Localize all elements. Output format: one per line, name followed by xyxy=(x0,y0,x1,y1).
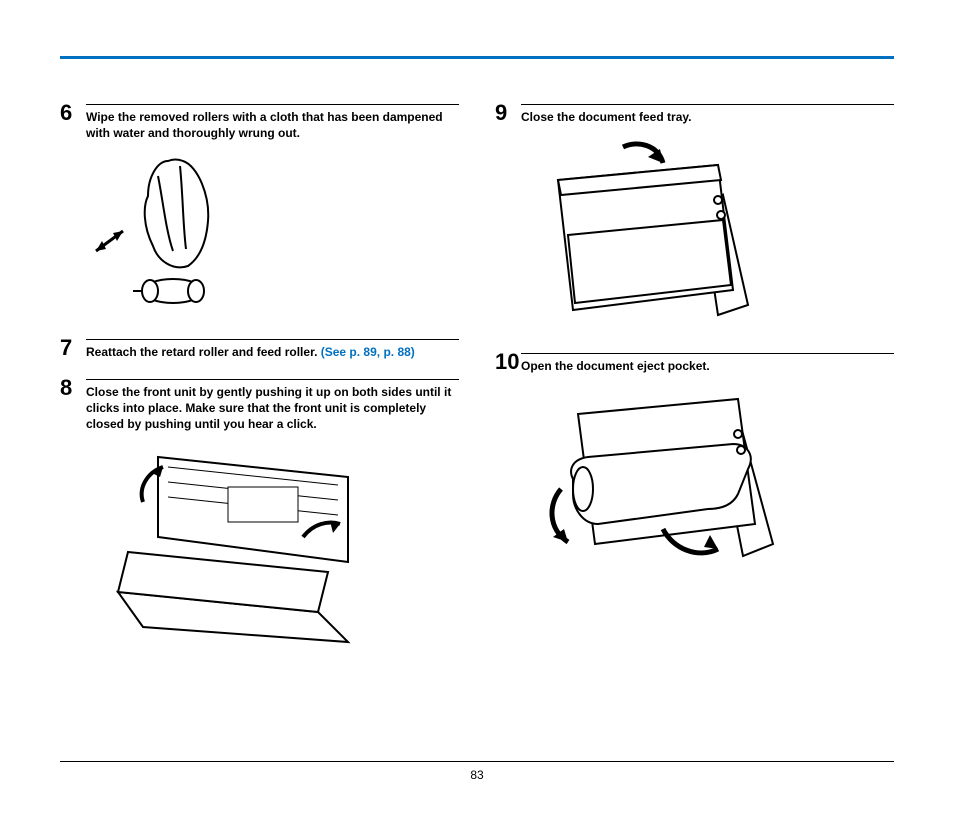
illustration-open-eject-pocket xyxy=(523,384,894,584)
wipe-roller-icon xyxy=(88,151,268,321)
open-eject-pocket-icon xyxy=(523,384,803,584)
manual-page: 6 Wipe the removed rollers with a cloth … xyxy=(0,0,954,818)
step-number: 10 xyxy=(495,351,521,373)
content-columns: 6 Wipe the removed rollers with a cloth … xyxy=(60,104,894,680)
step-text: Close the document feed tray. xyxy=(521,109,894,125)
step-9: 9 Close the document feed tray. xyxy=(495,104,894,125)
step-body: Open the document eject pocket. xyxy=(521,353,894,374)
step-body: Reattach the retard roller and feed roll… xyxy=(86,339,459,360)
step-7: 7 Reattach the retard roller and feed ro… xyxy=(60,339,459,360)
illustration-close-front-unit xyxy=(88,442,459,662)
close-feed-tray-icon xyxy=(523,135,783,335)
header-rule xyxy=(60,56,894,59)
step-text: Close the front unit by gently pushing i… xyxy=(86,384,459,433)
close-front-unit-icon xyxy=(88,442,388,662)
step-body: Close the document feed tray. xyxy=(521,104,894,125)
illustration-close-feed-tray xyxy=(523,135,894,335)
step-number: 9 xyxy=(495,102,521,124)
step-body: Close the front unit by gently pushing i… xyxy=(86,379,459,433)
left-column: 6 Wipe the removed rollers with a cloth … xyxy=(60,104,459,680)
step-number: 8 xyxy=(60,377,86,399)
step-10: 10 Open the document eject pocket. xyxy=(495,353,894,374)
cross-reference-link[interactable]: (See p. 89, p. 88) xyxy=(321,345,415,359)
step-text: Open the document eject pocket. xyxy=(521,358,894,374)
step-body: Wipe the removed rollers with a cloth th… xyxy=(86,104,459,141)
step-number: 6 xyxy=(60,102,86,124)
step-6: 6 Wipe the removed rollers with a cloth … xyxy=(60,104,459,141)
step-text: Reattach the retard roller and feed roll… xyxy=(86,344,459,360)
step-number: 7 xyxy=(60,337,86,359)
illustration-wipe-rollers xyxy=(88,151,459,321)
step-text: Wipe the removed rollers with a cloth th… xyxy=(86,109,459,141)
step-text-main: Reattach the retard roller and feed roll… xyxy=(86,345,321,359)
right-column: 9 Close the document feed tray. xyxy=(495,104,894,680)
page-number: 83 xyxy=(0,768,954,782)
step-8: 8 Close the front unit by gently pushing… xyxy=(60,379,459,433)
footer-rule xyxy=(60,761,894,762)
